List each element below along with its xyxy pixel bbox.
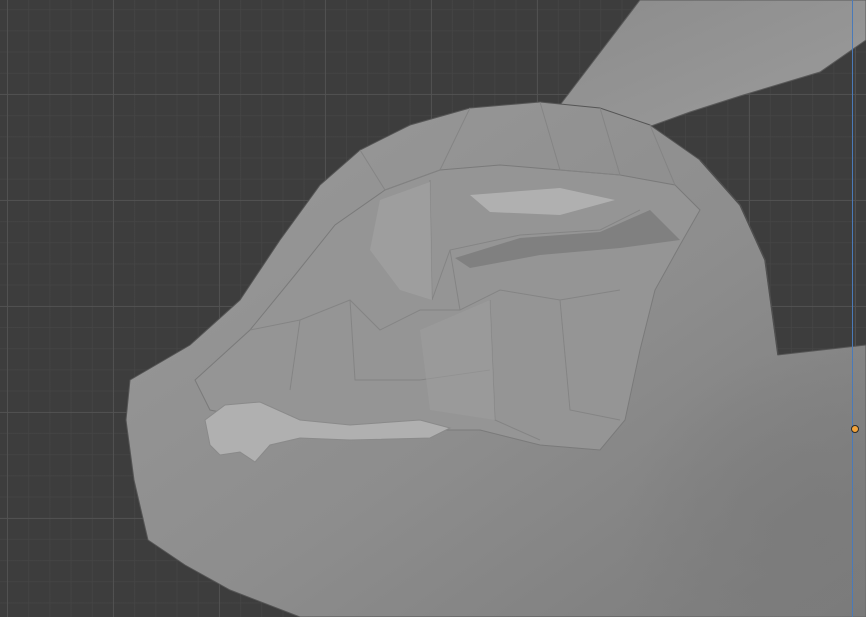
3d-viewport[interactable] (0, 0, 866, 617)
viewport-border-line (852, 0, 853, 617)
mesh-object[interactable] (0, 0, 866, 617)
origin-dot-icon[interactable] (851, 425, 859, 433)
